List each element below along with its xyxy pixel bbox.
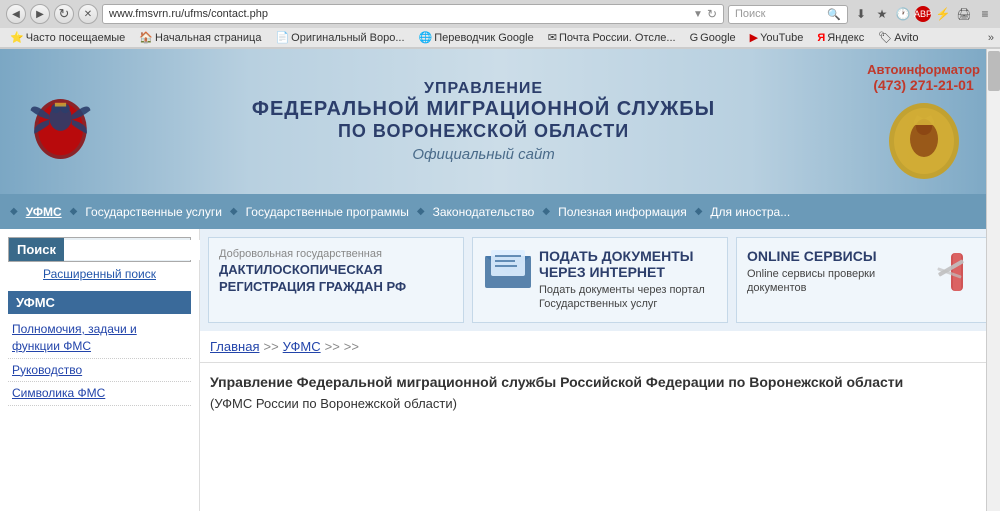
autoinfo-phone: (473) 271-21-01: [867, 77, 980, 93]
yandex-icon: Я: [817, 32, 825, 44]
card-online[interactable]: ONLINE СЕРВИСЫ Online сервисы проверки д…: [736, 237, 992, 323]
youtube-icon: ▶: [750, 31, 758, 44]
card-podat-desc: Подать документы через портал Государств…: [539, 283, 717, 312]
address-dropdown-icon[interactable]: ▼: [693, 9, 703, 20]
nav-item-zakonodatelstvo[interactable]: Законодательство: [425, 205, 543, 219]
breadcrumb-sep2: >>: [325, 339, 340, 354]
mail-icon: ✉: [548, 31, 557, 44]
search-box: Поиск 🔍: [8, 237, 191, 262]
bookmark-item-home[interactable]: 🏠 Начальная страница: [135, 30, 265, 45]
nav-item-inostra[interactable]: Для иностра...: [702, 205, 798, 219]
cards-row: Добровольная государственная ДАКТИЛОСКОП…: [200, 229, 1000, 331]
stop-button[interactable]: ✕: [78, 4, 98, 24]
browser-chrome: ◀ ▶ ↻ ✕ www.fmsvrn.ru/ufms/contact.php ▼…: [0, 0, 1000, 49]
translate-icon: 🌐: [419, 31, 433, 44]
bookmark-item-google[interactable]: G Google: [686, 31, 740, 45]
header-center: УПРАВЛЕНИЕ ФЕДЕРАЛЬНОЙ МИГРАЦИОННОЙ СЛУЖ…: [100, 80, 867, 163]
adblock-icon[interactable]: ABP: [915, 6, 931, 22]
search-icon: 🔍: [827, 8, 841, 21]
sidebar: Поиск 🔍 Расширенный поиск УФМС Полномочи…: [0, 229, 200, 511]
card-podat[interactable]: ПОДАТЬ ДОКУМЕНТЫ ЧЕРЕЗ ИНТЕРНЕТ Подать д…: [472, 237, 728, 323]
browser-search-box[interactable]: Поиск 🔍: [728, 5, 848, 24]
podat-image: [483, 248, 533, 293]
browser-toolbar: ◀ ▶ ↻ ✕ www.fmsvrn.ru/ufms/contact.php ▼…: [0, 0, 1000, 28]
nav-diamond-5: ◆: [695, 206, 703, 217]
voronezh-emblem: [884, 101, 964, 181]
card-daktilo-title: ДАКТИЛОСКОПИЧЕСКАЯ РЕГИСТРАЦИЯ ГРАЖДАН Р…: [219, 262, 453, 296]
nav-diamond-1: ◆: [70, 206, 78, 217]
sidebar-link-polnomochiya[interactable]: Полномочия, задачи и функции ФМС: [8, 318, 191, 359]
download-icon[interactable]: ⬇: [852, 5, 870, 23]
advanced-search-link[interactable]: Расширенный поиск: [8, 267, 191, 281]
autoinfo-label: Автоинформатор: [867, 62, 980, 77]
breadcrumb-sep1: >>: [263, 339, 278, 354]
home-icon: 🏠: [139, 31, 153, 44]
reload-button[interactable]: ↻: [54, 4, 74, 24]
online-image: [931, 248, 981, 293]
main-text-area: Управление Федеральной миграционной служ…: [200, 363, 1000, 422]
main-layout: Поиск 🔍 Расширенный поиск УФМС Полномочи…: [0, 229, 1000, 511]
bookmark-item-translate[interactable]: 🌐 Переводчик Google: [415, 30, 538, 45]
site-header: УПРАВЛЕНИЕ ФЕДЕРАЛЬНОЙ МИГРАЦИОННОЙ СЛУЖ…: [0, 49, 1000, 194]
forward-button[interactable]: ▶: [30, 4, 50, 24]
card-daktilo-label: Добровольная государственная: [219, 248, 453, 260]
bookmark-item-often[interactable]: ⭐ Часто посещаемые: [6, 30, 129, 45]
bookmark-item-youtube[interactable]: ▶ YouTube: [746, 30, 808, 45]
bookmarks-more-button[interactable]: »: [988, 32, 994, 44]
nav-item-gosprogrammy[interactable]: Государственные программы: [238, 205, 417, 219]
header-title1: УПРАВЛЕНИЕ: [110, 80, 857, 98]
page-content: УПРАВЛЕНИЕ ФЕДЕРАЛЬНОЙ МИГРАЦИОННОЙ СЛУЖ…: [0, 49, 1000, 511]
bookmarks-bar: ⭐ Часто посещаемые 🏠 Начальная страница …: [0, 28, 1000, 48]
content-area: Добровольная государственная ДАКТИЛОСКОП…: [200, 229, 1000, 511]
nav-item-ufms[interactable]: УФМС: [18, 205, 70, 219]
nav-diamond-2: ◆: [230, 206, 238, 217]
breadcrumb-current: >>: [344, 339, 359, 354]
nav-diamond-0: ◆: [10, 206, 18, 217]
breadcrumb-bar: Главная >> УФМС >> >>: [200, 331, 1000, 363]
back-button[interactable]: ◀: [6, 4, 26, 24]
nav-item-poleznaya[interactable]: Полезная информация: [550, 205, 695, 219]
autoinfo-block: Автоинформатор (473) 271-21-01: [867, 62, 980, 93]
card-podat-title: ПОДАТЬ ДОКУМЕНТЫ ЧЕРЕЗ ИНТЕРНЕТ: [539, 248, 717, 280]
search-label[interactable]: Поиск: [9, 238, 64, 261]
bookmark-item-pochta[interactable]: ✉ Почта России. Отсле...: [544, 30, 680, 45]
sidebar-link-simvolika[interactable]: Символика ФМС: [8, 382, 191, 406]
address-bar[interactable]: www.fmsvrn.ru/ufms/contact.php ▼ ↻: [102, 4, 724, 24]
header-title3: ПО ВОРОНЕЖСКОЙ ОБЛАСТИ: [110, 121, 857, 142]
bookmark-item-original[interactable]: 📄 Оригинальный Воро...: [271, 30, 408, 45]
main-heading: Управление Федеральной миграционной служ…: [210, 373, 990, 393]
nav-diamond-4: ◆: [542, 206, 550, 217]
page-icon: 📄: [275, 31, 289, 44]
star-icon: ⭐: [10, 31, 24, 44]
card-online-desc: Online сервисы проверки документов: [747, 267, 925, 296]
bookmark-item-yandex[interactable]: Я Яндекс: [813, 31, 868, 45]
header-title2: ФЕДЕРАЛЬНОЙ МИГРАЦИОННОЙ СЛУЖБЫ: [110, 98, 857, 121]
toolbar-icons: ⬇ ★ 🕐 ABP ⚡ 🖨 ≡: [852, 5, 994, 23]
extensions-icon[interactable]: ⚡: [934, 5, 952, 23]
nav-diamond-3: ◆: [417, 206, 425, 217]
main-subheading: (УФМС России по Воронежской области): [210, 396, 990, 411]
menu-icon[interactable]: ≡: [976, 5, 994, 23]
history-icon[interactable]: 🕐: [894, 5, 912, 23]
nav-bar: ◆ УФМС ◆ Государственные услуги ◆ Госуда…: [0, 194, 1000, 229]
nav-item-gosuslugi[interactable]: Государственные услуги: [77, 205, 230, 219]
vertical-scrollbar[interactable]: [986, 49, 1000, 511]
card-daktilo[interactable]: Добровольная государственная ДАКТИЛОСКОП…: [208, 237, 464, 323]
breadcrumb-section[interactable]: УФМС: [283, 339, 321, 354]
sidebar-section-title: УФМС: [8, 291, 191, 314]
header-subtitle: Официальный сайт: [110, 146, 857, 163]
refresh-icon[interactable]: ↻: [707, 7, 717, 21]
breadcrumb-home[interactable]: Главная: [210, 339, 259, 354]
sidebar-link-rukovodstvo[interactable]: Руководство: [8, 359, 191, 383]
avito-icon: 🏷: [878, 31, 892, 44]
print-icon[interactable]: 🖨: [955, 5, 973, 23]
google-icon: G: [690, 32, 699, 44]
bookmark-icon[interactable]: ★: [873, 5, 891, 23]
card-online-title: ONLINE СЕРВИСЫ: [747, 248, 925, 264]
fms-emblem-left: [20, 82, 100, 162]
address-text: www.fmsvrn.ru/ufms/contact.php: [109, 8, 268, 20]
bookmark-item-avito[interactable]: 🏷 Avito: [874, 30, 922, 45]
scroll-thumb[interactable]: [988, 51, 1000, 91]
search-placeholder: Поиск: [735, 8, 827, 20]
